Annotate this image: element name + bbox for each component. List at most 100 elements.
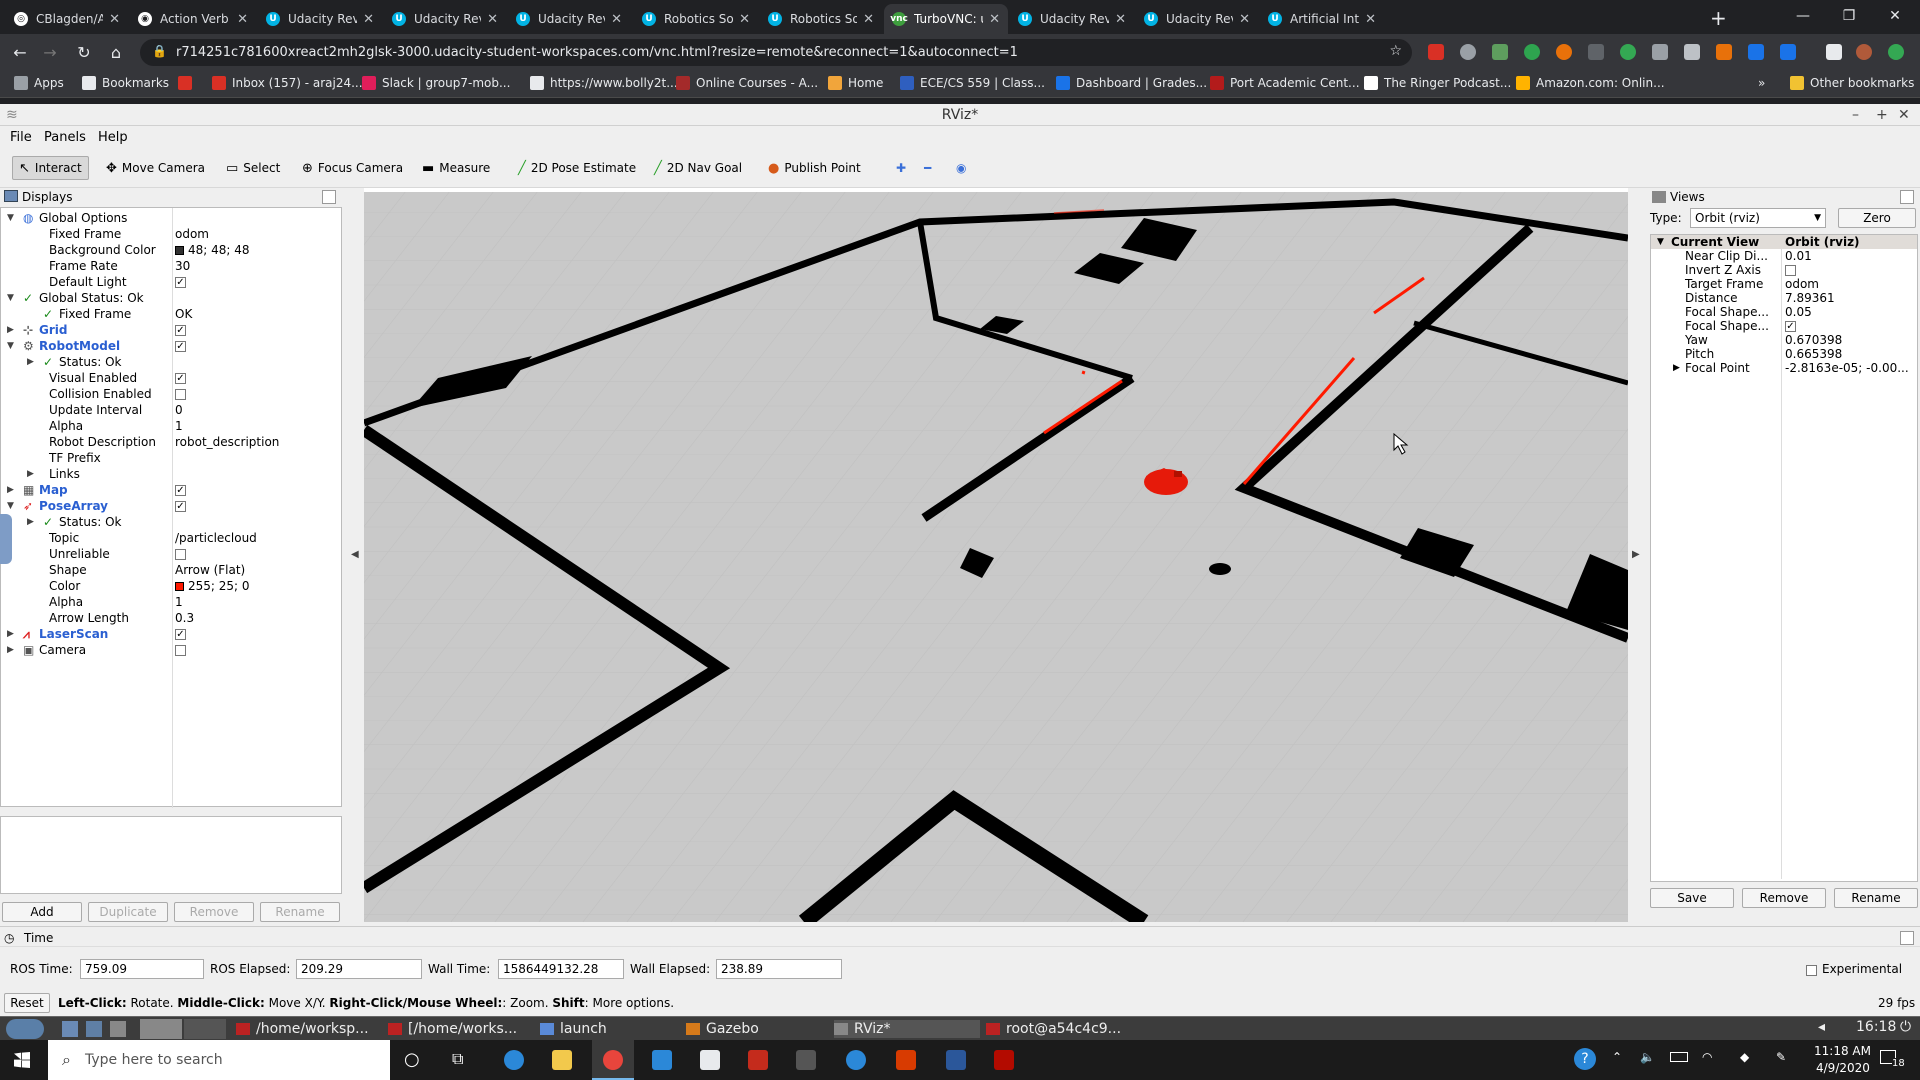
browser-tab[interactable]: U Udacity Reviews ✕ xyxy=(508,4,630,34)
view-property-value[interactable]: -2.8163e-05; -0.00... xyxy=(1785,361,1909,375)
expand-right-icon[interactable]: ▶ xyxy=(1673,361,1680,375)
display-row[interactable]: ▶ ▦ Map ✓ xyxy=(1,482,341,498)
bookmark-item[interactable]: Port Academic Cent... xyxy=(1210,76,1360,90)
sw-app-icon[interactable] xyxy=(748,1050,768,1070)
undock-icon[interactable] xyxy=(1900,931,1914,945)
view-property-row[interactable]: ▶ Focal Point -2.8163e-05; -0.00... xyxy=(1651,361,1917,375)
extension-icon[interactable] xyxy=(1524,44,1540,60)
bookmark-item[interactable]: Bookmarks xyxy=(82,76,169,90)
wall-time-field[interactable]: 1586449132.28 xyxy=(498,959,624,979)
display-row-value[interactable]: ✓ xyxy=(175,370,186,386)
current-view-row[interactable]: ▼ Current View Orbit (rviz) xyxy=(1651,235,1917,249)
display-row[interactable]: Background Color 48; 48; 48 xyxy=(1,242,341,258)
tool-focus-camera[interactable]: ⊕ Focus Camera xyxy=(296,156,409,180)
apps-shortcut[interactable]: Apps xyxy=(14,76,64,90)
remove-view-button[interactable]: Remove xyxy=(1742,888,1826,908)
display-row[interactable]: Color 255; 25; 0 xyxy=(1,578,341,594)
office-icon[interactable] xyxy=(896,1050,916,1070)
display-row-value[interactable]: ✓ xyxy=(175,626,186,642)
view-property-row[interactable]: Near Clip Di... 0.01 xyxy=(1651,249,1917,263)
tab-close-icon[interactable]: ✕ xyxy=(109,12,120,27)
tab-close-icon[interactable]: ✕ xyxy=(237,12,248,27)
home-icon[interactable]: ⌂ xyxy=(104,40,128,64)
tool-select[interactable]: ▭ Select xyxy=(220,156,286,180)
view-property-value[interactable]: 0.05 xyxy=(1785,305,1812,319)
display-row[interactable]: ✓ Fixed Frame OK xyxy=(1,306,341,322)
view-property-row[interactable]: Pitch 0.665398 xyxy=(1651,347,1917,361)
display-row[interactable]: Alpha 1 xyxy=(1,594,341,610)
color-swatch[interactable] xyxy=(175,582,184,591)
display-checkbox[interactable]: ✓ xyxy=(175,373,186,384)
tab-close-icon[interactable]: ✕ xyxy=(487,12,498,27)
display-row-value[interactable]: ✓ xyxy=(175,338,186,354)
view-property-value[interactable]: 0.01 xyxy=(1785,249,1812,263)
browser-tab[interactable]: U Udacity Reviews ✕ xyxy=(1010,4,1134,34)
rename-button[interactable]: Rename xyxy=(260,902,340,922)
extension-icon[interactable] xyxy=(1748,44,1764,60)
display-row-value[interactable]: 30 xyxy=(175,258,190,274)
view-property-value[interactable]: 0.670398 xyxy=(1785,333,1842,347)
display-row-value[interactable]: /particlecloud xyxy=(175,530,257,546)
task-view-icon[interactable]: ⧉ xyxy=(452,1049,463,1069)
browser-tab[interactable]: U Udacity Reviews ✕ xyxy=(258,4,382,34)
view-property-row[interactable]: Invert Z Axis xyxy=(1651,263,1917,277)
display-row[interactable]: Update Interval 0 xyxy=(1,402,341,418)
rename-view-button[interactable]: Rename xyxy=(1834,888,1918,908)
undock-icon[interactable] xyxy=(322,190,336,204)
address-bar[interactable]: 🔒 r714251c781600xreact2mh2glsk-3000.udac… xyxy=(140,39,1412,66)
tool-2d-pose-estimate[interactable]: ╱ 2D Pose Estimate xyxy=(512,156,642,180)
tab-close-icon[interactable]: ✕ xyxy=(989,12,1000,27)
ros-elapsed-field[interactable]: 209.29 xyxy=(296,959,422,979)
minimize-icon[interactable]: – xyxy=(1852,104,1859,126)
profile-avatar[interactable] xyxy=(1856,44,1872,60)
extension-icon[interactable] xyxy=(1652,44,1668,60)
minimize-icon[interactable]: — xyxy=(1780,0,1826,32)
extension-icon[interactable] xyxy=(1556,44,1572,60)
close-icon[interactable]: ✕ xyxy=(1898,104,1910,126)
expand-right-icon[interactable]: ▶ xyxy=(7,482,14,498)
display-row[interactable]: ▼ ➶ PoseArray ✓ xyxy=(1,498,341,514)
cortana-icon[interactable]: ○ xyxy=(404,1049,420,1070)
extensions-menu-icon[interactable] xyxy=(1826,44,1842,60)
experimental-checkbox[interactable] xyxy=(1806,965,1817,976)
taskbar-search[interactable]: ⌕ Type here to search xyxy=(48,1040,390,1080)
display-row[interactable]: Alpha 1 xyxy=(1,418,341,434)
tool-measure[interactable]: ▬ Measure xyxy=(416,156,496,180)
add-button[interactable]: Add xyxy=(2,902,82,922)
system-date[interactable]: 4/9/2020 xyxy=(1816,1061,1870,1075)
display-checkbox[interactable]: ✓ xyxy=(175,629,186,640)
new-tab-button[interactable]: + xyxy=(1710,6,1727,30)
bookmark-item[interactable]: Dashboard | Grades... xyxy=(1056,76,1207,90)
display-row[interactable]: ▼ ⚙ RobotModel ✓ xyxy=(1,338,341,354)
power-icon[interactable]: ⏻ xyxy=(1900,1019,1911,1035)
zero-button[interactable]: Zero xyxy=(1838,208,1916,228)
collapse-right-icon[interactable]: ▶ xyxy=(1632,549,1640,560)
vnc-task-item[interactable]: launch xyxy=(540,1020,607,1038)
browser-tab[interactable]: U Artificial Intellige ✕ xyxy=(1260,4,1384,34)
vnc-task-item[interactable]: /home/worksp... xyxy=(236,1020,369,1038)
view-property-row[interactable]: Yaw 0.670398 xyxy=(1651,333,1917,347)
remove-tool-icon[interactable]: ━ xyxy=(918,156,937,180)
display-row[interactable]: ▶ ✓ Status: Ok xyxy=(1,514,341,530)
extension-icon[interactable] xyxy=(1460,44,1476,60)
edge-icon[interactable] xyxy=(504,1050,524,1070)
displays-tree[interactable]: ▼ ◍ Global Options Fixed Frame odom Backgroun… xyxy=(0,207,342,808)
tab-close-icon[interactable]: ✕ xyxy=(611,12,622,27)
wifi-icon[interactable]: ◠ xyxy=(1702,1050,1712,1064)
extension-icon[interactable] xyxy=(1620,44,1636,60)
browser-tab[interactable]: ◎ CBlagden/AI-for ✕ xyxy=(6,4,128,34)
workspace-1[interactable] xyxy=(140,1019,182,1039)
bookmark-item[interactable]: https://www.bolly2t... xyxy=(530,76,678,90)
chrome-icon[interactable] xyxy=(603,1050,623,1070)
bookmark-item[interactable]: Online Courses - A... xyxy=(676,76,818,90)
view-property-value[interactable]: 7.89361 xyxy=(1785,291,1835,305)
add-tool-icon[interactable]: ✚ xyxy=(890,156,912,180)
store-icon[interactable] xyxy=(700,1050,720,1070)
display-row-value[interactable] xyxy=(175,642,186,658)
expand-right-icon[interactable]: ▶ xyxy=(7,322,14,338)
display-row[interactable]: ▶ ⊹ Grid ✓ xyxy=(1,322,341,338)
display-row-value[interactable]: OK xyxy=(175,306,192,322)
display-row[interactable]: Frame Rate 30 xyxy=(1,258,341,274)
tool-properties-icon[interactable]: ◉ xyxy=(950,156,972,180)
display-row[interactable]: Robot Description robot_description xyxy=(1,434,341,450)
